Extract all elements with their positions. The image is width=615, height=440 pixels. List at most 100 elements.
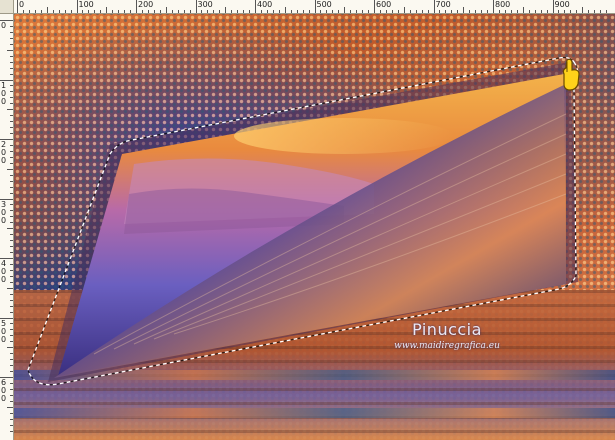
ruler-tick [522, 7, 524, 13]
ruler-tick [296, 10, 298, 13]
ruler-tick [302, 10, 304, 13]
ruler-tick [368, 10, 370, 13]
ruler-tick [10, 91, 13, 93]
ruler-tick [0, 377, 13, 378]
ruler-tick [10, 210, 13, 212]
ruler-tick [10, 55, 13, 57]
ruler-tick [0, 139, 13, 140]
ruler-tick [10, 341, 13, 343]
ruler-label: 100 [78, 0, 94, 9]
watermark-url: www.maidiregrafica.eu [394, 341, 500, 351]
ruler-tick [255, 0, 256, 13]
ruler-label: 400 [257, 0, 273, 9]
ruler-tick [10, 299, 13, 301]
ruler-tick [10, 127, 13, 129]
ruler-label: 500 [1, 318, 7, 344]
ruler-tick [141, 10, 143, 13]
vertical-ruler: 0 100 200 300 400 500 600 [0, 14, 14, 440]
ruler-tick [0, 317, 13, 319]
ruler-tick [10, 115, 13, 117]
ruler-tick [10, 174, 13, 176]
ruler-tick [0, 20, 13, 21]
ruler-tick [243, 10, 245, 13]
ruler-tick [362, 10, 364, 13]
ruler-tick [272, 10, 274, 13]
ruler-tick [10, 204, 13, 206]
ruler-label: 0 [19, 0, 25, 9]
ruler-tick [237, 10, 239, 13]
image-canvas[interactable]: Pinuccia www.maidiregrafica.eu [14, 14, 615, 440]
ruler-tick [10, 61, 13, 63]
ruler-tick [10, 246, 13, 248]
ruler-tick [10, 162, 13, 164]
ruler-tick [278, 10, 280, 13]
ruler-tick [475, 10, 477, 13]
ruler-tick [487, 10, 489, 13]
ruler-tick [415, 10, 417, 13]
ruler-tick [10, 216, 13, 218]
ruler-tick [350, 10, 352, 13]
ruler-tick [10, 388, 13, 390]
watermark-name: Pinuccia [412, 320, 482, 339]
ruler-tick [594, 10, 596, 13]
ruler-tick [207, 10, 209, 13]
ruler-tick [0, 258, 13, 259]
ruler-tick [7, 228, 13, 230]
ruler-tick [46, 7, 48, 13]
ruler-tick [0, 79, 13, 81]
ruler-label: 800 [495, 0, 511, 9]
ruler-tick [606, 10, 608, 13]
ruler-tick [314, 0, 316, 13]
ruler-corner [0, 0, 14, 14]
ruler-tick [213, 10, 215, 13]
ruler-tick [10, 418, 13, 420]
ruler-tick [385, 10, 387, 13]
ruler-tick [136, 0, 137, 13]
ruler-tick [58, 10, 60, 13]
ruler-tick [153, 10, 155, 13]
ruler-tick [112, 10, 114, 13]
ruler-label: 200 [1, 140, 7, 165]
ruler-tick [177, 10, 179, 13]
ruler-tick [10, 186, 13, 188]
ruler-tick [439, 10, 441, 13]
ruler-tick [7, 406, 13, 408]
ruler-tick [10, 293, 13, 295]
ruler-tick [10, 240, 13, 242]
ruler-tick [249, 10, 251, 13]
ruler-tick [10, 97, 13, 99]
ruler-tick [10, 269, 13, 271]
ruler-tick [147, 10, 149, 13]
ruler-label: 400 [1, 259, 7, 284]
ruler-tick [546, 10, 548, 13]
ruler-tick [564, 10, 566, 13]
ruler-tick [52, 10, 54, 13]
ruler-tick [34, 10, 36, 13]
ruler-tick [201, 10, 203, 13]
ruler-tick [171, 10, 173, 13]
ruler-tick [260, 10, 262, 13]
ruler-tick [7, 347, 13, 349]
ruler-tick [10, 234, 13, 236]
ruler-tick [582, 7, 584, 13]
ruler-tick [338, 10, 340, 13]
ruler-tick [10, 25, 13, 27]
ruler-tick [10, 353, 13, 355]
ruler-tick [332, 10, 334, 13]
ruler-tick [219, 10, 221, 13]
ruler-tick [374, 0, 375, 13]
ruler-tick [165, 7, 167, 13]
ruler-label: 500 [316, 0, 332, 9]
ruler-label: 100 [1, 80, 7, 106]
ruler-tick [266, 10, 268, 13]
ruler-tick [10, 156, 13, 158]
ruler-tick [445, 10, 447, 13]
ruler-label: 700 [435, 0, 451, 9]
ruler-label: 300 [197, 0, 213, 9]
ruler-tick [409, 10, 411, 13]
ruler-tick [10, 121, 13, 123]
ruler-tick [528, 10, 530, 13]
ruler-tick [10, 43, 13, 45]
ruler-tick [558, 10, 560, 13]
ruler-tick [588, 10, 590, 13]
